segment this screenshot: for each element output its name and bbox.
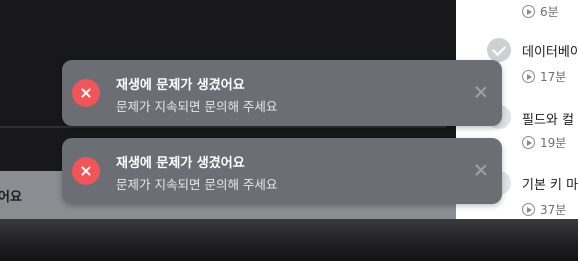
- play-icon: [522, 203, 535, 216]
- error-toast: 재생에 문제가 생겼어요 문제가 지속되면 문의해 주세요: [62, 138, 502, 204]
- play-icon: [522, 136, 535, 149]
- error-toast: 재생에 문제가 생겼어요 문제가 지속되면 문의해 주세요: [62, 60, 502, 126]
- toast-message: 문제가 지속되면 문의해 주세요: [116, 99, 278, 114]
- close-icon[interactable]: [474, 85, 488, 99]
- error-x-icon: [72, 79, 100, 107]
- play-icon: [522, 5, 535, 18]
- close-icon[interactable]: [474, 163, 488, 177]
- lesson-duration-text: 19분: [540, 136, 567, 150]
- lesson-title[interactable]: 데이터베이: [522, 41, 578, 60]
- lesson-duration: 37분: [522, 201, 566, 218]
- play-icon: [522, 70, 535, 83]
- toast-message: 문제가 지속되면 문의해 주세요: [116, 177, 278, 192]
- lesson-duration-text: 17분: [540, 70, 567, 84]
- lesson-duration-text: 6분: [540, 5, 559, 19]
- video-player-page: 어요 6분 데이터베이 17분 필드와 컬 19분 기본 키 마 37분 재생에…: [0, 0, 578, 261]
- lesson-title[interactable]: 기본 키 마: [522, 174, 578, 193]
- toast-title: 재생에 문제가 생겼어요: [116, 78, 245, 93]
- error-x-icon: [72, 157, 100, 185]
- caption-text: 어요: [0, 190, 22, 205]
- video-divider: [0, 126, 446, 128]
- player-bottom-gradient: [0, 219, 578, 261]
- lesson-duration-text: 37분: [540, 203, 567, 217]
- lesson-duration: 17분: [522, 68, 566, 85]
- lesson-duration: 6분: [522, 3, 559, 20]
- lesson-duration: 19분: [522, 134, 566, 151]
- toast-title: 재생에 문제가 생겼어요: [116, 156, 245, 171]
- lesson-title[interactable]: 필드와 컬: [522, 109, 574, 128]
- completed-check-icon: [487, 38, 511, 62]
